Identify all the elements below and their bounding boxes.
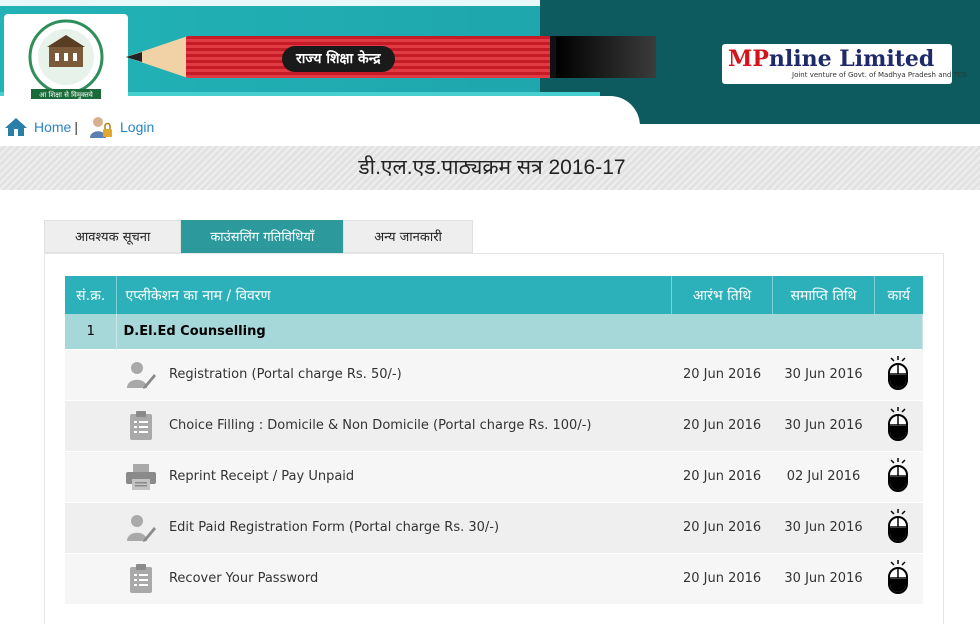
mouse-click-icon[interactable] [874,501,923,553]
tab-other-information[interactable]: अन्य जानकारी [343,220,473,253]
group-row: 1 D.El.Ed Counselling [65,314,923,349]
header-banner: आ शिक्षा से विमुक्तये राज्य शिक्षा केन्द… [0,0,980,124]
mponline-logo-mp: MP [728,46,769,72]
mouse-click-icon[interactable] [874,552,923,604]
application-link[interactable]: Reprint Receipt / Pay Unpaid [169,469,354,484]
row-serial-cell [65,348,117,400]
table-row[interactable]: Registration (Portal charge Rs. 50/-) 20… [65,348,923,400]
header-action: कार्य [874,276,923,314]
table-header-row: सं.क्र. एप्लीकेशन का नाम / विवरण आरंभ ति… [65,276,923,314]
end-date: 30 Jun 2016 [772,399,875,451]
login-link-label: Login [120,119,155,135]
mponline-logo[interactable]: MPnline Limited [728,46,934,72]
pencil-tip-icon [126,36,188,78]
nav-separator: | [74,119,78,135]
row-app-cell: Registration (Portal charge Rs. 50/-) [116,348,672,400]
banner-black-band [556,36,656,78]
home-link-label: Home [34,119,72,135]
mouse-click-icon[interactable] [874,450,923,502]
logo-tagline: आ शिक्षा से विमुक्तये [39,90,94,99]
home-link[interactable]: Home [4,116,71,138]
page-title-bar: डी.एल.एड.पाठ्यक्रम सत्र 2016-17 [0,146,980,190]
end-date: 30 Jun 2016 [772,348,875,400]
row-serial-cell [65,399,117,451]
table-row[interactable]: Reprint Receipt / Pay Unpaid 20 Jun 2016… [65,450,923,502]
tab-bar: आवश्यक सूचना काउंसलिंग गतिविधियाँ अन्य ज… [44,220,473,253]
header-serial: सं.क्र. [65,276,118,314]
user-edit-icon [123,513,159,543]
header-start-date: आरंभ तिथि [671,276,774,314]
row-serial-cell [65,552,117,604]
group-serial: 1 [65,314,118,349]
row-app-cell: Reprint Receipt / Pay Unpaid [116,450,672,502]
header-end-date: समाप्ति तिथि [772,276,875,314]
table-row[interactable]: Choice Filling : Domicile & Non Domicile… [65,399,923,451]
start-date: 20 Jun 2016 [671,348,773,400]
start-date: 20 Jun 2016 [671,501,773,553]
application-link[interactable]: Edit Paid Registration Form (Portal char… [169,520,499,535]
row-app-cell: Choice Filling : Domicile & Non Domicile… [116,399,672,451]
application-link[interactable]: Registration (Portal charge Rs. 50/-) [169,367,402,382]
clipboard-icon [123,563,159,594]
row-serial-cell [65,501,117,553]
page-title: डी.एल.एड.पाठ्यक्रम सत्र 2016-17 [358,156,626,179]
group-name: D.El.Ed Counselling [116,314,923,349]
mouse-click-icon[interactable] [874,348,923,400]
banner-center-label: राज्य शिक्षा केन्द्र [282,46,395,72]
user-edit-icon [123,360,159,390]
row-app-cell: Edit Paid Registration Form (Portal char… [116,501,672,553]
start-date: 20 Jun 2016 [671,552,773,604]
application-link[interactable]: Recover Your Password [169,571,318,586]
clipboard-icon [123,410,159,441]
applications-table: सं.क्र. एप्लीकेशन का नाम / विवरण आरंभ ति… [65,276,923,604]
mponline-logo-rest: nline Limited [768,46,935,72]
header-application: एप्लीकेशन का नाम / विवरण [116,276,673,314]
rajya-shiksha-kendra-logo[interactable]: आ शिक्षा से विमुक्तये [4,14,128,106]
printer-icon [123,463,159,491]
start-date: 20 Jun 2016 [671,450,773,502]
mouse-click-icon[interactable] [874,399,923,451]
row-app-cell: Recover Your Password [116,552,672,604]
table-row[interactable]: Recover Your Password 20 Jun 2016 30 Jun… [65,552,923,604]
user-lock-icon [90,117,112,138]
table-row[interactable]: Edit Paid Registration Form (Portal char… [65,501,923,553]
home-icon [5,118,27,136]
row-serial-cell [65,450,117,502]
end-date: 02 Jul 2016 [772,450,875,502]
mponline-subtitle: Joint venture of Govt. of Madhya Pradesh… [792,71,967,79]
top-nav: Home | Login [0,114,400,140]
tab-counselling-activities[interactable]: काउंसलिंग गतिविधियाँ [181,220,344,253]
application-link[interactable]: Choice Filling : Domicile & Non Domicile… [169,418,592,433]
end-date: 30 Jun 2016 [772,552,875,604]
login-link[interactable]: Login [88,114,154,140]
end-date: 30 Jun 2016 [772,501,875,553]
start-date: 20 Jun 2016 [671,399,773,451]
emblem-icon: आ शिक्षा से विमुक्तये [28,19,104,99]
tab-important-notice[interactable]: आवश्यक सूचना [44,220,182,253]
